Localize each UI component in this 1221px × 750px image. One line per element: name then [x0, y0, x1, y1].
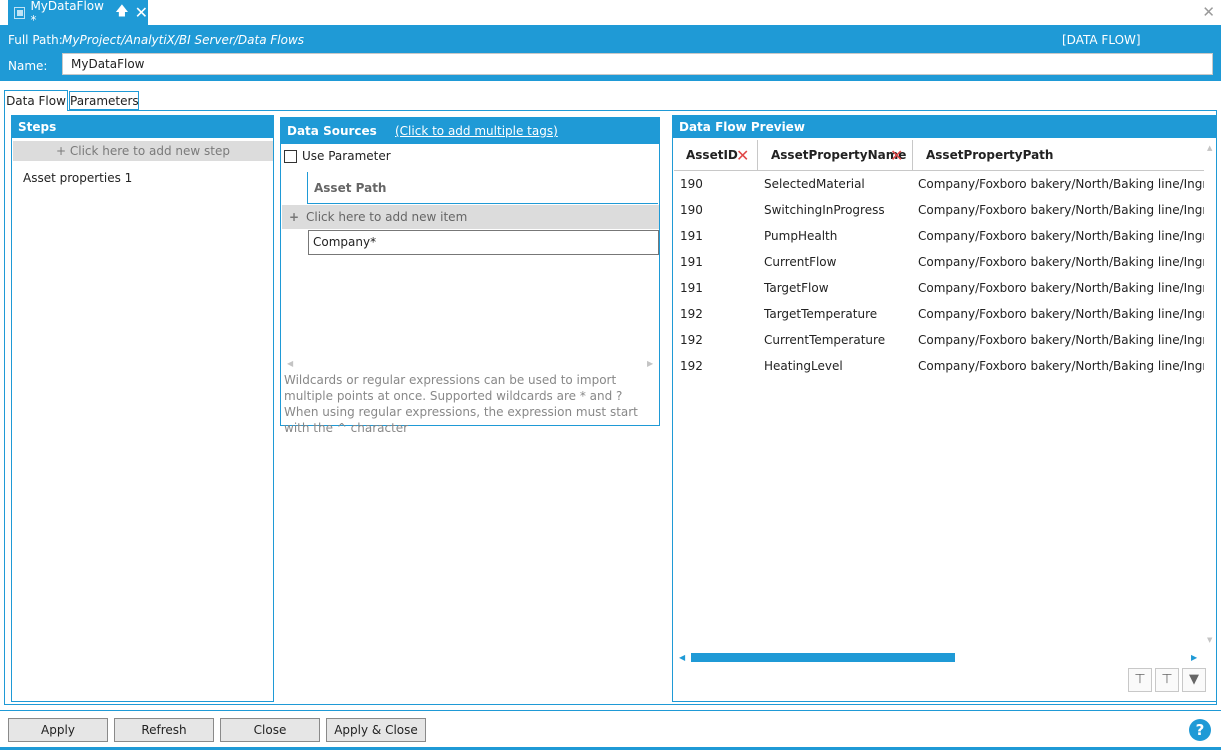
tab-data-flow[interactable]: Data Flow [4, 90, 68, 111]
steps-title: Steps [12, 116, 273, 138]
table-row[interactable]: 191 TargetFlow Company/Foxboro bakery/No… [674, 276, 1204, 302]
preview-vertical-scrollbar[interactable]: ▲ ▼ [1205, 140, 1216, 648]
asset-id-cell: 191 [680, 281, 703, 295]
name-input[interactable] [62, 53, 1213, 75]
add-multiple-tags-link[interactable]: (Click to add multiple tags) [395, 124, 558, 138]
add-item-button[interactable]: + Click here to add new item [282, 205, 659, 229]
table-row[interactable]: 190 SelectedMaterial Company/Foxboro bak… [674, 172, 1204, 198]
apply-and-close-button[interactable]: Apply & Close [326, 718, 426, 742]
property-path-cell: Company/Foxboro bakery/North/Baking line… [918, 333, 1204, 347]
property-path-cell: Company/Foxboro bakery/North/Baking line… [918, 255, 1204, 269]
close-button[interactable]: Close [220, 718, 320, 742]
document-tab[interactable]: MyDataFlow * 🡅 ✕ [8, 0, 148, 27]
clear-columns-icon[interactable]: ⊤ [1155, 668, 1179, 692]
full-path-label: Full Path: [8, 33, 63, 47]
asset-path-column-header[interactable]: Asset Path [307, 172, 658, 204]
remove-column-icon[interactable]: ✕ [736, 140, 749, 171]
horizontal-scrollbar-thumb[interactable] [691, 653, 955, 662]
scroll-down-icon[interactable]: ▼ [1207, 636, 1212, 644]
pin-icon[interactable]: 🡅 [115, 2, 128, 24]
asset-id-cell: 191 [680, 229, 703, 243]
scroll-up-icon[interactable]: ▲ [1207, 144, 1212, 152]
apply-button[interactable]: Apply [8, 718, 108, 742]
property-name-cell: TargetFlow [764, 281, 829, 295]
name-label: Name: [8, 59, 48, 73]
use-parameter-label[interactable]: Use Parameter [302, 149, 391, 163]
use-parameter-checkbox[interactable] [284, 150, 297, 163]
add-step-button[interactable]: + Click here to add new step [13, 141, 273, 161]
filter-icon[interactable]: ▼ [1182, 668, 1206, 692]
scroll-right-icon[interactable]: ▶ [1191, 653, 1197, 662]
data-flow-editor: MyDataFlow * 🡅 ✕ ✕ Full Path: MyProject/… [0, 0, 1221, 750]
data-flow-icon [14, 6, 26, 19]
property-name-cell: CurrentFlow [764, 255, 837, 269]
asset-id-cell: 192 [680, 307, 703, 321]
property-path-cell: Company/Foxboro bakery/North/Baking line… [918, 203, 1204, 217]
asset-id-cell: 191 [680, 255, 703, 269]
table-row[interactable]: 192 CurrentTemperature Company/Foxboro b… [674, 328, 1204, 354]
table-row[interactable]: 190 SwitchingInProgress Company/Foxboro … [674, 198, 1204, 224]
close-tab-icon[interactable]: ✕ [135, 4, 148, 21]
asset-id-cell: 190 [680, 177, 703, 191]
help-icon[interactable]: ? [1189, 719, 1211, 741]
add-item-label: Click here to add new item [306, 210, 468, 224]
asset-path-cell[interactable]: Company* [308, 230, 659, 255]
scroll-left-icon[interactable]: ◀ [679, 653, 685, 662]
scroll-right-icon[interactable]: ▶ [647, 359, 653, 368]
asset-id-cell: 190 [680, 203, 703, 217]
asset-id-cell: 192 [680, 333, 703, 347]
type-badge: [DATA FLOW] [1062, 33, 1141, 47]
footer-divider [0, 710, 1221, 711]
data-sources-header: Data Sources (Click to add multiple tags… [281, 118, 659, 144]
property-name-cell: SwitchingInProgress [764, 203, 885, 217]
table-row[interactable]: 191 PumpHealth Company/Foxboro bakery/No… [674, 224, 1204, 250]
column-header-assetpropertyname[interactable]: AssetPropertyName ✕ [759, 140, 913, 171]
document-tab-title: MyDataFlow * [30, 0, 104, 27]
preview-column-headers: AssetID ✕ AssetPropertyName ✕ AssetPrope… [674, 140, 1204, 171]
column-header-label: AssetPropertyPath [926, 148, 1054, 162]
property-name-cell: TargetTemperature [764, 307, 878, 321]
column-header-assetpropertypath[interactable]: AssetPropertyPath [914, 140, 1204, 171]
data-sources-panel: Data Sources (Click to add multiple tags… [280, 117, 660, 435]
steps-panel: Steps + Click here to add new step Asset… [11, 115, 274, 702]
property-name-cell: CurrentTemperature [764, 333, 886, 347]
property-path-cell: Company/Foxboro bakery/North/Baking line… [918, 229, 1204, 243]
scroll-left-icon[interactable]: ◀ [287, 359, 293, 368]
property-path-cell: Company/Foxboro bakery/North/Baking line… [918, 177, 1204, 191]
data-sources-title: Data Sources [287, 124, 377, 138]
step-item[interactable]: Asset properties 1 [23, 171, 132, 185]
table-row[interactable]: 192 TargetTemperature Company/Foxboro ba… [674, 302, 1204, 328]
property-path-cell: Company/Foxboro bakery/North/Baking line… [918, 281, 1204, 295]
property-name-cell: PumpHealth [764, 229, 838, 243]
property-path-cell: Company/Foxboro bakery/North/Baking line… [918, 359, 1204, 373]
wildcard-hint: Wildcards or regular expressions can be … [284, 373, 638, 435]
asset-id-cell: 192 [680, 359, 703, 373]
column-chooser-icon[interactable]: ⊤ [1128, 668, 1152, 692]
column-header-label: AssetID [686, 148, 738, 162]
preview-title: Data Flow Preview [673, 116, 1216, 138]
table-row[interactable]: 191 CurrentFlow Company/Foxboro bakery/N… [674, 250, 1204, 276]
remove-column-icon[interactable]: ✕ [890, 140, 903, 171]
refresh-button[interactable]: Refresh [114, 718, 214, 742]
preview-table-body: 190 SelectedMaterial Company/Foxboro bak… [674, 172, 1204, 642]
column-header-assetid[interactable]: AssetID ✕ [674, 140, 758, 171]
table-row[interactable]: 192 HeatingLevel Company/Foxboro bakery/… [674, 354, 1204, 380]
property-path-cell: Company/Foxboro bakery/North/Baking line… [918, 307, 1204, 321]
header-bar: Full Path: MyProject/AnalytiX/BI Server/… [0, 25, 1221, 81]
close-window-icon[interactable]: ✕ [1202, 3, 1215, 21]
property-name-cell: HeatingLevel [764, 359, 843, 373]
tab-parameters[interactable]: Parameters [69, 91, 139, 110]
data-flow-preview-panel: Data Flow Preview AssetID ✕ AssetPropert… [672, 115, 1217, 702]
plus-icon: + [288, 210, 300, 224]
full-path-value: MyProject/AnalytiX/BI Server/Data Flows [62, 33, 305, 47]
property-name-cell: SelectedMaterial [764, 177, 865, 191]
column-header-label: AssetPropertyName [771, 148, 907, 162]
